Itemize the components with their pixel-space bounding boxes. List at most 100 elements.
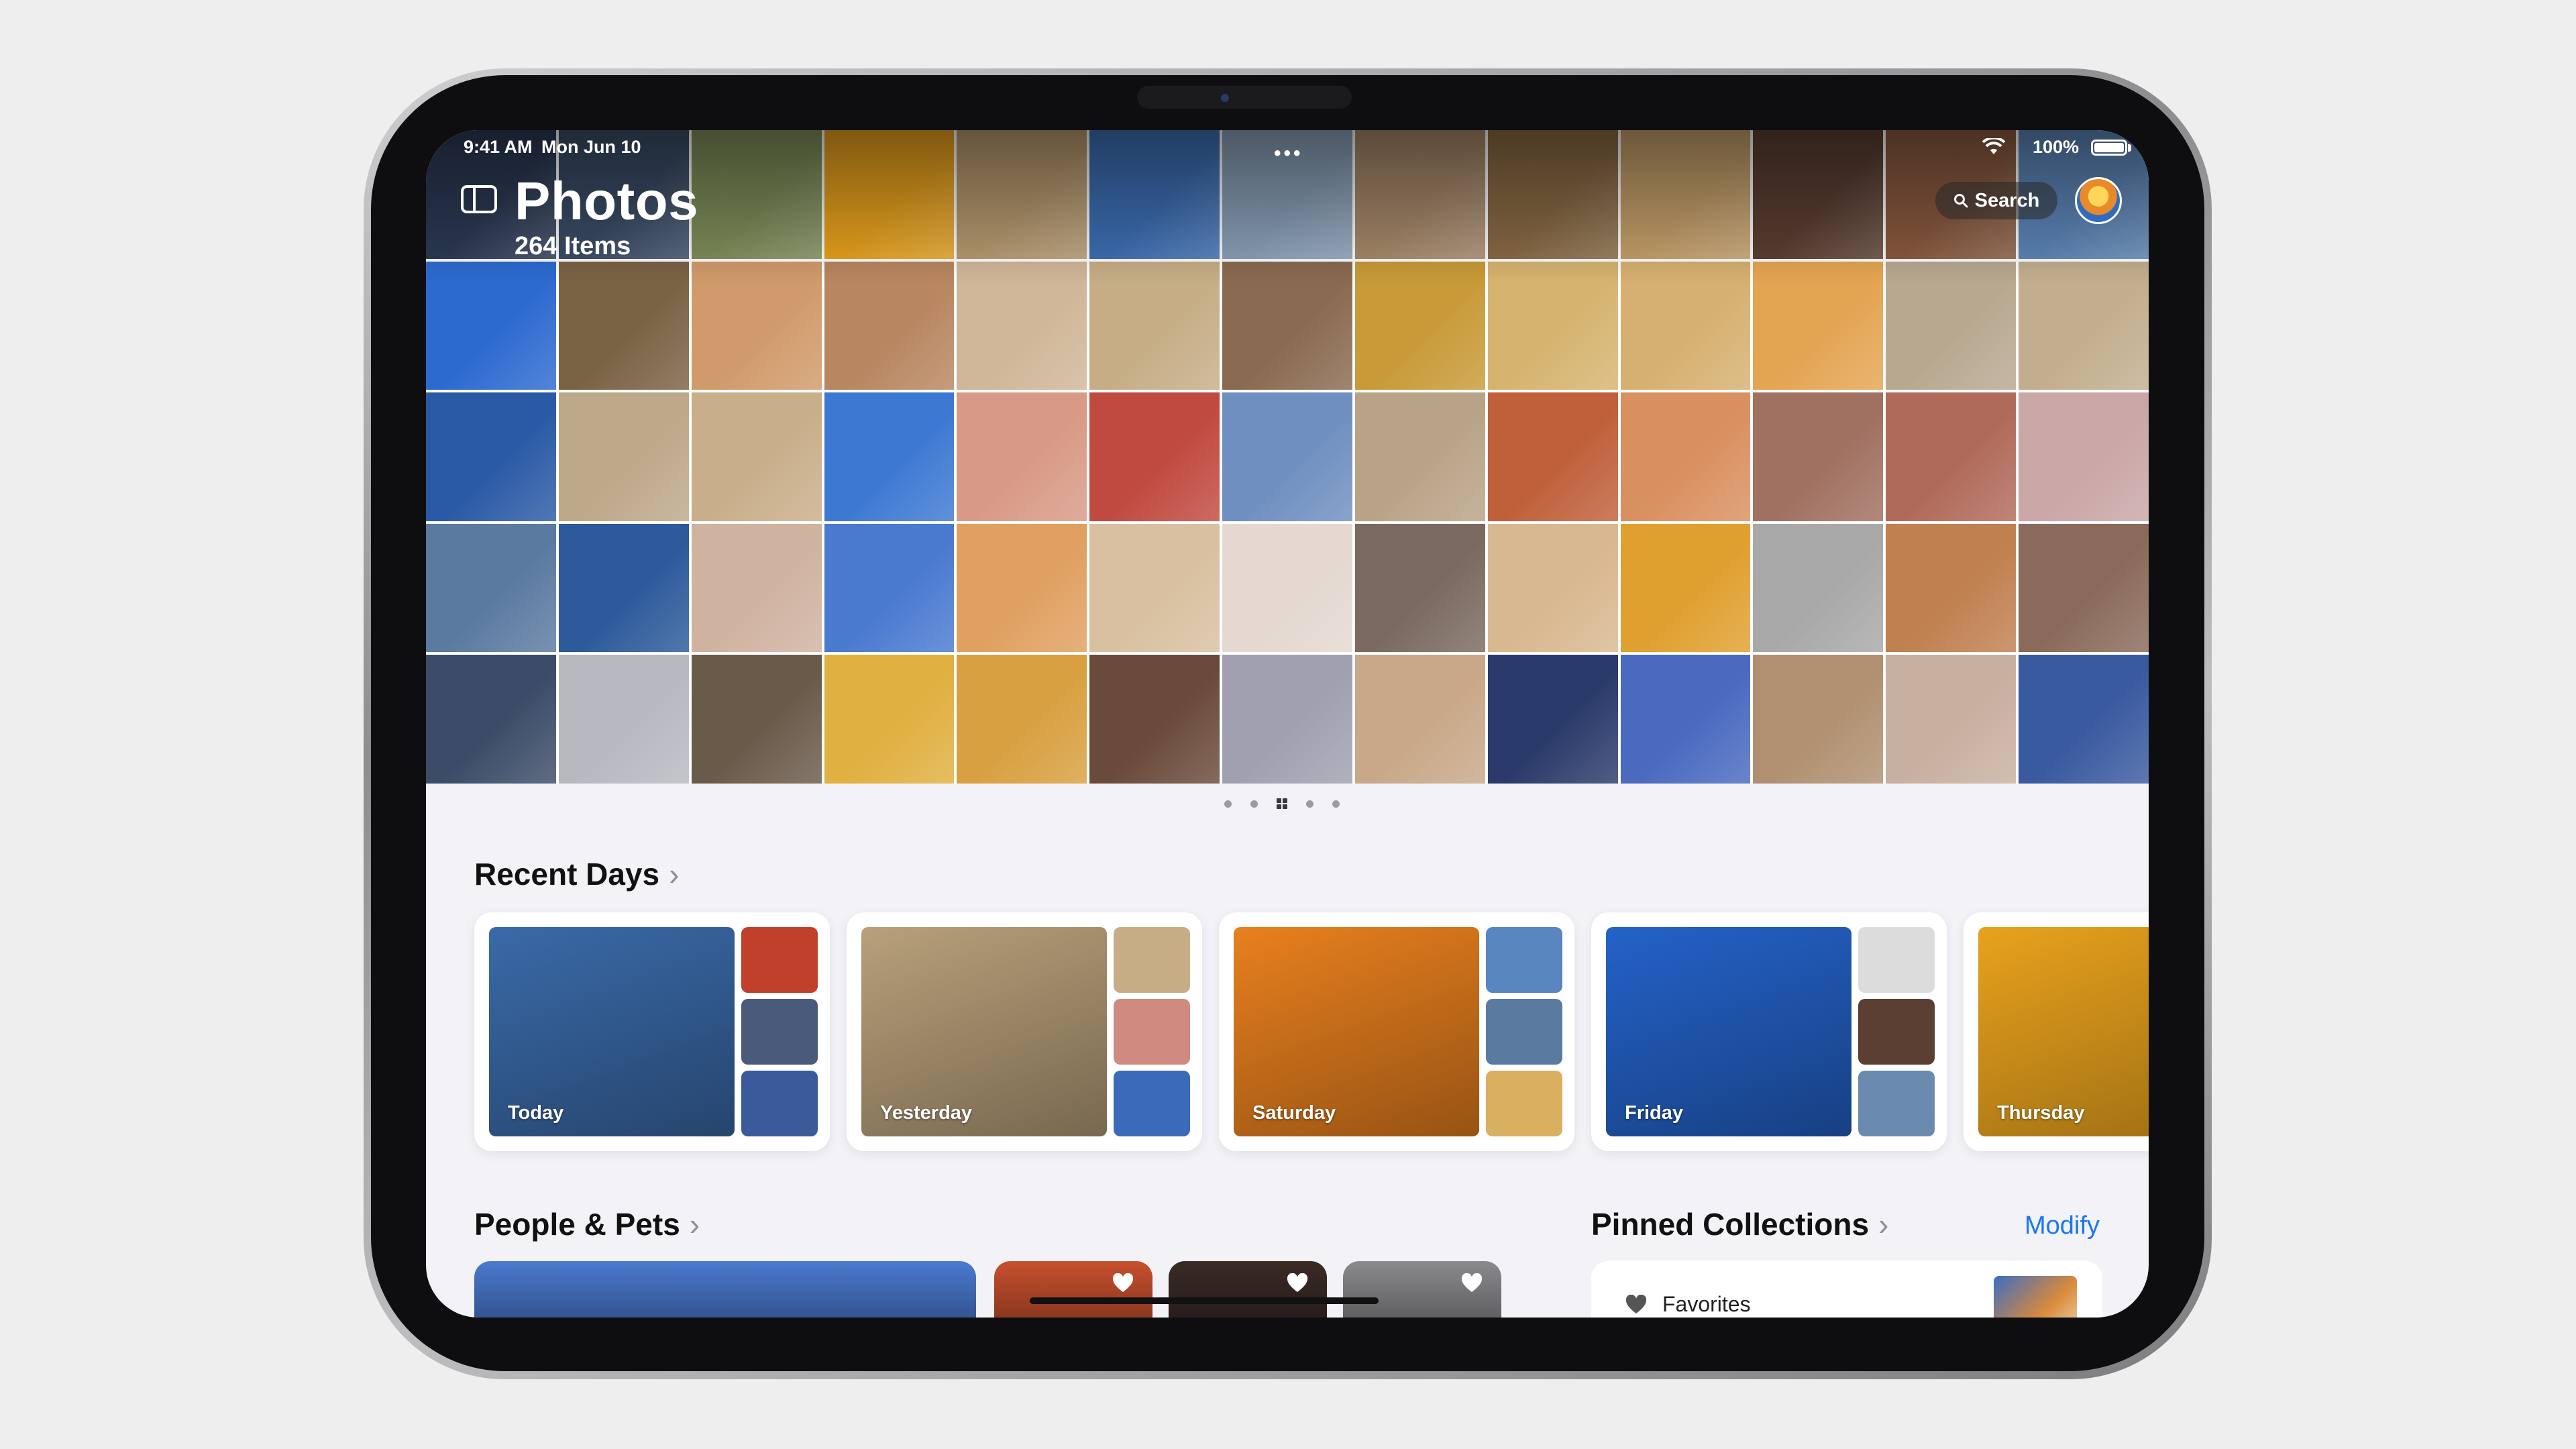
photo-thumbnail[interactable] bbox=[1753, 130, 1884, 259]
photo-thumbnail[interactable] bbox=[1354, 655, 1485, 784]
photo-thumbnail[interactable] bbox=[1886, 655, 2017, 784]
grid-pager[interactable] bbox=[1224, 798, 1340, 809]
photo-thumbnail[interactable] bbox=[1620, 523, 1751, 653]
account-avatar[interactable] bbox=[2075, 177, 2122, 224]
day-thumbnail bbox=[1858, 927, 1935, 993]
photo-thumbnail[interactable] bbox=[1620, 655, 1751, 784]
photo-thumbnail[interactable] bbox=[426, 523, 556, 653]
photo-thumbnail[interactable] bbox=[691, 261, 822, 390]
photo-thumbnail[interactable] bbox=[1487, 261, 1618, 390]
battery-percentage: 100% bbox=[2032, 137, 2079, 157]
pinned-favorites-card[interactable]: Favorites bbox=[1591, 1261, 2102, 1318]
photo-thumbnail[interactable] bbox=[1354, 261, 1485, 390]
person-tile[interactable] bbox=[1169, 1261, 1327, 1318]
photo-thumbnail[interactable] bbox=[824, 130, 955, 259]
photo-thumbnail[interactable] bbox=[558, 261, 689, 390]
photo-thumbnail[interactable] bbox=[1753, 392, 1884, 521]
photo-thumbnail[interactable] bbox=[1222, 392, 1352, 521]
photo-thumbnail[interactable] bbox=[2019, 523, 2149, 653]
photo-thumbnail[interactable] bbox=[426, 655, 556, 784]
photo-thumbnail[interactable] bbox=[558, 655, 689, 784]
search-button[interactable]: Search bbox=[1935, 182, 2057, 219]
photo-thumbnail[interactable] bbox=[1620, 392, 1751, 521]
pager-dot[interactable] bbox=[1224, 800, 1232, 808]
photo-thumbnail[interactable] bbox=[1089, 655, 1220, 784]
day-label: Friday bbox=[1625, 1102, 1684, 1124]
photo-thumbnail[interactable] bbox=[957, 130, 1087, 259]
day-card[interactable]: Thursday bbox=[1964, 912, 2149, 1151]
photo-thumbnail[interactable] bbox=[1886, 392, 2017, 521]
person-tile[interactable] bbox=[474, 1261, 976, 1318]
photo-thumbnail[interactable] bbox=[1753, 523, 1884, 653]
day-thumbnail bbox=[1486, 1071, 1562, 1136]
photo-thumbnail[interactable] bbox=[1089, 523, 1220, 653]
day-card[interactable]: Saturday bbox=[1219, 912, 1574, 1151]
photo-thumbnail[interactable] bbox=[1222, 655, 1352, 784]
photo-thumbnail[interactable] bbox=[558, 523, 689, 653]
photo-thumbnail[interactable] bbox=[1089, 392, 1220, 521]
photo-thumbnail[interactable] bbox=[957, 392, 1087, 521]
photo-thumbnail[interactable] bbox=[824, 261, 955, 390]
day-label: Thursday bbox=[1997, 1102, 2085, 1124]
pager-grid-icon[interactable] bbox=[1277, 798, 1287, 809]
photo-thumbnail[interactable] bbox=[691, 523, 822, 653]
photo-thumbnail[interactable] bbox=[691, 130, 822, 259]
photo-thumbnail[interactable] bbox=[558, 392, 689, 521]
photo-thumbnail[interactable] bbox=[691, 655, 822, 784]
pager-dot[interactable] bbox=[1332, 800, 1340, 808]
people-pets-header[interactable]: People & Pets › bbox=[474, 1206, 700, 1242]
heart-icon[interactable] bbox=[1287, 1273, 1308, 1293]
photo-thumbnail[interactable] bbox=[1354, 130, 1485, 259]
multitasking-handle[interactable]: ••• bbox=[1274, 142, 1303, 165]
chevron-right-icon: › bbox=[669, 857, 680, 892]
photo-thumbnail[interactable] bbox=[1354, 523, 1485, 653]
photo-thumbnail[interactable] bbox=[1620, 261, 1751, 390]
photo-thumbnail[interactable] bbox=[426, 392, 556, 521]
photo-thumbnail[interactable] bbox=[1487, 523, 1618, 653]
day-card[interactable]: Yesterday bbox=[847, 912, 1202, 1151]
photo-thumbnail[interactable] bbox=[824, 655, 955, 784]
photo-thumbnail[interactable] bbox=[1089, 130, 1220, 259]
sidebar-toggle-icon[interactable] bbox=[461, 185, 497, 213]
heart-icon[interactable] bbox=[1461, 1273, 1483, 1293]
day-label: Yesterday bbox=[880, 1102, 973, 1124]
photo-thumbnail[interactable] bbox=[1222, 523, 1352, 653]
person-tile[interactable] bbox=[994, 1261, 1152, 1318]
pinned-collections-header[interactable]: Pinned Collections › bbox=[1591, 1206, 1888, 1242]
photo-thumbnail[interactable] bbox=[691, 392, 822, 521]
photo-thumbnail[interactable] bbox=[1620, 130, 1751, 259]
photo-thumbnail[interactable] bbox=[1222, 261, 1352, 390]
person-tile[interactable] bbox=[1343, 1261, 1501, 1318]
pager-dot[interactable] bbox=[1250, 800, 1258, 808]
photo-thumbnail[interactable] bbox=[1886, 261, 2017, 390]
photo-thumbnail[interactable] bbox=[1354, 392, 1485, 521]
photo-thumbnail[interactable] bbox=[1753, 261, 1884, 390]
day-thumbnail bbox=[741, 927, 818, 993]
photo-thumbnail[interactable] bbox=[1753, 655, 1884, 784]
chevron-right-icon: › bbox=[1878, 1207, 1889, 1242]
photo-thumbnail[interactable] bbox=[1089, 261, 1220, 390]
photo-thumbnail[interactable] bbox=[824, 523, 955, 653]
photo-thumbnail[interactable] bbox=[426, 261, 556, 390]
heart-icon[interactable] bbox=[1112, 1273, 1134, 1293]
pager-dot[interactable] bbox=[1306, 800, 1313, 808]
recent-days-header[interactable]: Recent Days › bbox=[474, 856, 679, 892]
photo-thumbnail[interactable] bbox=[2019, 392, 2149, 521]
photo-thumbnail[interactable] bbox=[1487, 392, 1618, 521]
modify-button[interactable]: Modify bbox=[2025, 1212, 2100, 1240]
photo-thumbnail[interactable] bbox=[1487, 130, 1618, 259]
photo-thumbnail[interactable] bbox=[957, 261, 1087, 390]
photo-thumbnail[interactable] bbox=[1886, 523, 2017, 653]
item-count: 264 Items bbox=[515, 232, 631, 260]
day-thumbnail bbox=[1114, 927, 1190, 993]
day-thumbnail bbox=[1858, 999, 1935, 1065]
day-card[interactable]: Friday bbox=[1591, 912, 1947, 1151]
photo-thumbnail[interactable] bbox=[2019, 655, 2149, 784]
day-card[interactable]: Today bbox=[474, 912, 830, 1151]
photo-thumbnail[interactable] bbox=[957, 523, 1087, 653]
photo-thumbnail[interactable] bbox=[957, 655, 1087, 784]
photo-thumbnail[interactable] bbox=[2019, 261, 2149, 390]
home-indicator[interactable] bbox=[1030, 1297, 1379, 1304]
photo-thumbnail[interactable] bbox=[1487, 655, 1618, 784]
photo-thumbnail[interactable] bbox=[824, 392, 955, 521]
